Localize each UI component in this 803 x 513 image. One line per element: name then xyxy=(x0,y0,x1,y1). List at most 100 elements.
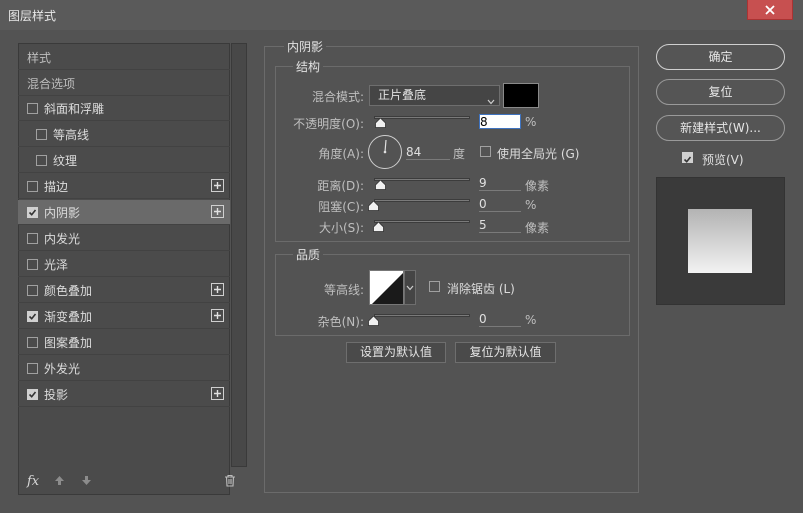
choke-unit: % xyxy=(525,198,537,212)
checkbox[interactable] xyxy=(27,232,38,244)
checkbox[interactable] xyxy=(27,336,38,348)
plus-icon xyxy=(214,286,221,293)
fx-menu-button[interactable]: fx xyxy=(27,474,39,489)
shadow-color-swatch[interactable] xyxy=(503,83,539,108)
sidebar-item-label: 混合选项 xyxy=(27,76,76,91)
check-icon xyxy=(28,390,37,398)
noise-slider[interactable] xyxy=(374,314,470,317)
choke-slider[interactable] xyxy=(374,199,470,202)
contour-curve-icon xyxy=(372,273,403,304)
window-title: 图层样式 xyxy=(8,9,57,23)
blend-mode-value: 正片叠底 xyxy=(378,88,427,102)
checkbox-checked[interactable] xyxy=(27,310,38,322)
noise-label: 杂色(N): xyxy=(317,315,364,329)
check-icon xyxy=(28,312,37,320)
checkbox-checked[interactable] xyxy=(27,388,38,400)
title-bar: 图层样式 xyxy=(0,0,803,31)
size-slider[interactable] xyxy=(374,220,470,223)
style-preview-thumbnail xyxy=(688,209,752,273)
check-icon xyxy=(28,208,37,216)
sidebar-item-bevel-emboss[interactable]: 斜面和浮雕 xyxy=(18,96,230,121)
reset-button[interactable]: 复位 xyxy=(656,79,785,105)
contour-label: 等高线: xyxy=(323,283,364,297)
sidebar-item-label: 斜面和浮雕 xyxy=(44,101,105,116)
checkbox[interactable] xyxy=(27,180,38,192)
style-list-scrollbar[interactable] xyxy=(231,43,247,467)
sidebar-item-texture[interactable]: 纹理 xyxy=(18,148,230,173)
preview-label: 预览(V) xyxy=(702,153,744,167)
add-effect-button[interactable] xyxy=(211,309,224,322)
contour-preview[interactable] xyxy=(369,270,404,305)
checkbox[interactable] xyxy=(36,154,47,166)
choke-input[interactable]: 0 xyxy=(479,197,521,212)
angle-unit: 度 xyxy=(453,147,466,161)
add-effect-button[interactable] xyxy=(211,179,224,192)
blend-mode-label: 混合模式: xyxy=(311,90,364,104)
checkbox[interactable] xyxy=(27,362,38,374)
global-light-checkbox[interactable] xyxy=(480,146,491,157)
checkbox[interactable] xyxy=(36,128,47,140)
move-down-icon[interactable] xyxy=(81,475,92,489)
sidebar-item-stroke[interactable]: 描边 xyxy=(18,174,230,199)
trash-icon[interactable] xyxy=(224,474,236,490)
size-unit: 像素 xyxy=(525,221,550,235)
antialias-checkbox[interactable] xyxy=(429,281,440,292)
sidebar-item-drop-shadow[interactable]: 投影 xyxy=(18,382,230,407)
chevron-down-icon xyxy=(487,92,495,111)
add-effect-button[interactable] xyxy=(211,205,224,218)
antialias-label: 消除锯齿 (L) xyxy=(447,282,515,296)
sidebar-item-color-overlay[interactable]: 颜色叠加 xyxy=(18,278,230,303)
angle-dial[interactable] xyxy=(368,135,402,169)
sidebar-item-outer-glow[interactable]: 外发光 xyxy=(18,356,230,381)
close-icon xyxy=(765,4,775,15)
sidebar-item-inner-glow[interactable]: 内发光 xyxy=(18,226,230,251)
sidebar-item-label: 描边 xyxy=(44,179,69,194)
opacity-input[interactable]: 8 xyxy=(479,114,521,129)
checkbox[interactable] xyxy=(27,284,38,296)
section-title: 内阴影 xyxy=(284,38,327,55)
checkbox[interactable] xyxy=(27,102,38,114)
opacity-slider[interactable] xyxy=(374,116,470,119)
chevron-down-icon xyxy=(406,285,414,291)
set-default-button[interactable]: 设置为默认值 xyxy=(346,342,446,363)
plus-icon xyxy=(214,182,221,189)
sidebar-item-pattern-overlay[interactable]: 图案叠加 xyxy=(18,330,230,355)
sidebar-item-label: 样式 xyxy=(27,50,52,65)
preview-checkbox[interactable] xyxy=(682,152,693,163)
checkbox-checked[interactable] xyxy=(27,206,38,218)
angle-input[interactable]: 84 xyxy=(406,145,450,160)
size-label: 大小(S): xyxy=(318,221,364,235)
plus-icon xyxy=(214,208,221,215)
sidebar-item-styles[interactable]: 样式 xyxy=(18,45,230,70)
move-up-icon[interactable] xyxy=(54,475,65,489)
opacity-label: 不透明度(O): xyxy=(293,117,364,131)
sidebar-item-blend-options[interactable]: 混合选项 xyxy=(18,71,230,96)
contour-dropdown[interactable] xyxy=(404,270,416,305)
sidebar-item-label: 内阴影 xyxy=(44,205,81,220)
distance-slider[interactable] xyxy=(374,178,470,181)
sidebar-item-label: 等高线 xyxy=(53,127,90,142)
structure-title: 结构 xyxy=(293,58,324,75)
close-button[interactable] xyxy=(747,0,793,20)
sidebar-item-satin[interactable]: 光泽 xyxy=(18,252,230,277)
reset-default-button[interactable]: 复位为默认值 xyxy=(455,342,556,363)
quality-title: 品质 xyxy=(293,246,324,263)
noise-input[interactable]: 0 xyxy=(479,312,521,327)
angle-indicator-icon xyxy=(383,139,387,154)
sidebar-item-inner-shadow[interactable]: 内阴影 xyxy=(18,200,230,225)
blend-mode-select[interactable]: 正片叠底 xyxy=(369,85,500,106)
size-input[interactable]: 5 xyxy=(479,218,521,233)
plus-icon xyxy=(214,390,221,397)
new-style-button[interactable]: 新建样式(W)... xyxy=(656,115,785,141)
sidebar-item-label: 图案叠加 xyxy=(44,335,93,350)
distance-input[interactable]: 9 xyxy=(479,176,521,191)
add-effect-button[interactable] xyxy=(211,387,224,400)
sidebar-item-gradient-overlay[interactable]: 渐变叠加 xyxy=(18,304,230,329)
add-effect-button[interactable] xyxy=(211,283,224,296)
ok-button[interactable]: 确定 xyxy=(656,44,785,70)
checkbox[interactable] xyxy=(27,258,38,270)
sidebar-item-label: 纹理 xyxy=(53,153,78,168)
check-icon xyxy=(683,156,692,163)
plus-icon xyxy=(214,312,221,319)
sidebar-item-contour[interactable]: 等高线 xyxy=(18,122,230,147)
